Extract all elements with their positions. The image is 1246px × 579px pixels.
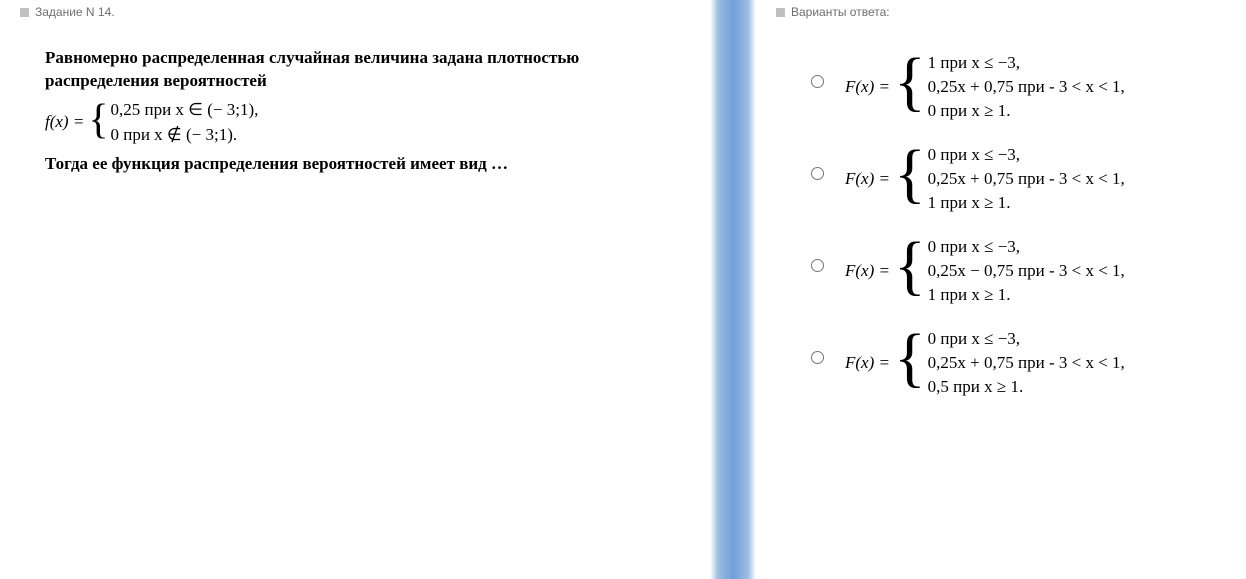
answer-1-case3: 0 при x ≥ 1. xyxy=(928,101,1011,120)
answer-1-case2: 0,25x + 0,75 при - 3 < x < 1, xyxy=(928,77,1125,96)
pdf-case2: 0 при x ∉ (− 3;1). xyxy=(110,125,237,144)
answer-radio-4[interactable] xyxy=(806,323,827,369)
answer-option-4: F(x) = { 0 при x ≤ −3, 0,25x + 0,75 при … xyxy=(806,323,1226,403)
answer-3-case1: 0 при x ≤ −3, xyxy=(928,237,1020,256)
brace-icon: { xyxy=(84,102,110,144)
answer-radio-1[interactable] xyxy=(806,47,827,93)
answer-radio-3[interactable] xyxy=(806,231,827,277)
answers-header-text: Варианты ответа: xyxy=(791,5,890,19)
bullet-icon xyxy=(776,8,785,17)
answer-2-case3: 1 при x ≥ 1. xyxy=(928,193,1011,212)
brace-icon: { xyxy=(890,238,928,304)
pdf-formula: f(x) = { 0,25 при x ∈ (− 3;1), 0 при x ∉… xyxy=(45,99,258,147)
question-body: Равномерно распределенная случайная вели… xyxy=(20,47,690,176)
answer-option-1: F(x) = { 1 при x ≤ −3, 0,25x + 0,75 при … xyxy=(806,47,1226,127)
answer-3-case3: 1 при x ≥ 1. xyxy=(928,285,1011,304)
question-outro: Тогда ее функция распределения вероятнос… xyxy=(45,153,655,176)
answer-2-case1: 0 при x ≤ −3, xyxy=(928,145,1020,164)
answers-list: F(x) = { 1 при x ≤ −3, 0,25x + 0,75 при … xyxy=(776,47,1226,403)
answer-4-case2: 0,25x + 0,75 при - 3 < x < 1, xyxy=(928,353,1125,372)
fx-label: F(x) = xyxy=(845,261,890,281)
pdf-label: f(x) = xyxy=(45,111,84,134)
answers-panel: Варианты ответа: F(x) = { 1 при x ≤ −3, … xyxy=(756,0,1246,579)
answers-header: Варианты ответа: xyxy=(776,5,1226,19)
answer-2-case2: 0,25x + 0,75 при - 3 < x < 1, xyxy=(928,169,1125,188)
question-intro-line2: распределения вероятностей xyxy=(45,70,655,93)
brace-icon: { xyxy=(890,54,928,120)
pdf-case1: 0,25 при x ∈ (− 3;1), xyxy=(110,100,258,119)
page: Задание N 14. Равномерно распределенная … xyxy=(0,0,1246,579)
brace-icon: { xyxy=(890,146,928,212)
answer-1-case1: 1 при x ≤ −3, xyxy=(928,53,1020,72)
question-header-text: Задание N 14. xyxy=(35,5,115,19)
answer-option-2: F(x) = { 0 при x ≤ −3, 0,25x + 0,75 при … xyxy=(806,139,1226,219)
question-intro-line1: Равномерно распределенная случайная вели… xyxy=(45,47,655,70)
fx-label: F(x) = xyxy=(845,77,890,97)
answer-radio-2[interactable] xyxy=(806,139,827,185)
question-header: Задание N 14. xyxy=(20,5,690,19)
answer-option-3: F(x) = { 0 при x ≤ −3, 0,25x − 0,75 при … xyxy=(806,231,1226,311)
vertical-divider xyxy=(710,0,756,579)
brace-icon: { xyxy=(890,330,928,396)
fx-label: F(x) = xyxy=(845,169,890,189)
answer-4-case1: 0 при x ≤ −3, xyxy=(928,329,1020,348)
question-panel: Задание N 14. Равномерно распределенная … xyxy=(0,0,710,579)
answer-4-case3: 0,5 при x ≥ 1. xyxy=(928,377,1024,396)
answer-3-case2: 0,25x − 0,75 при - 3 < x < 1, xyxy=(928,261,1125,280)
fx-label: F(x) = xyxy=(845,353,890,373)
bullet-icon xyxy=(20,8,29,17)
